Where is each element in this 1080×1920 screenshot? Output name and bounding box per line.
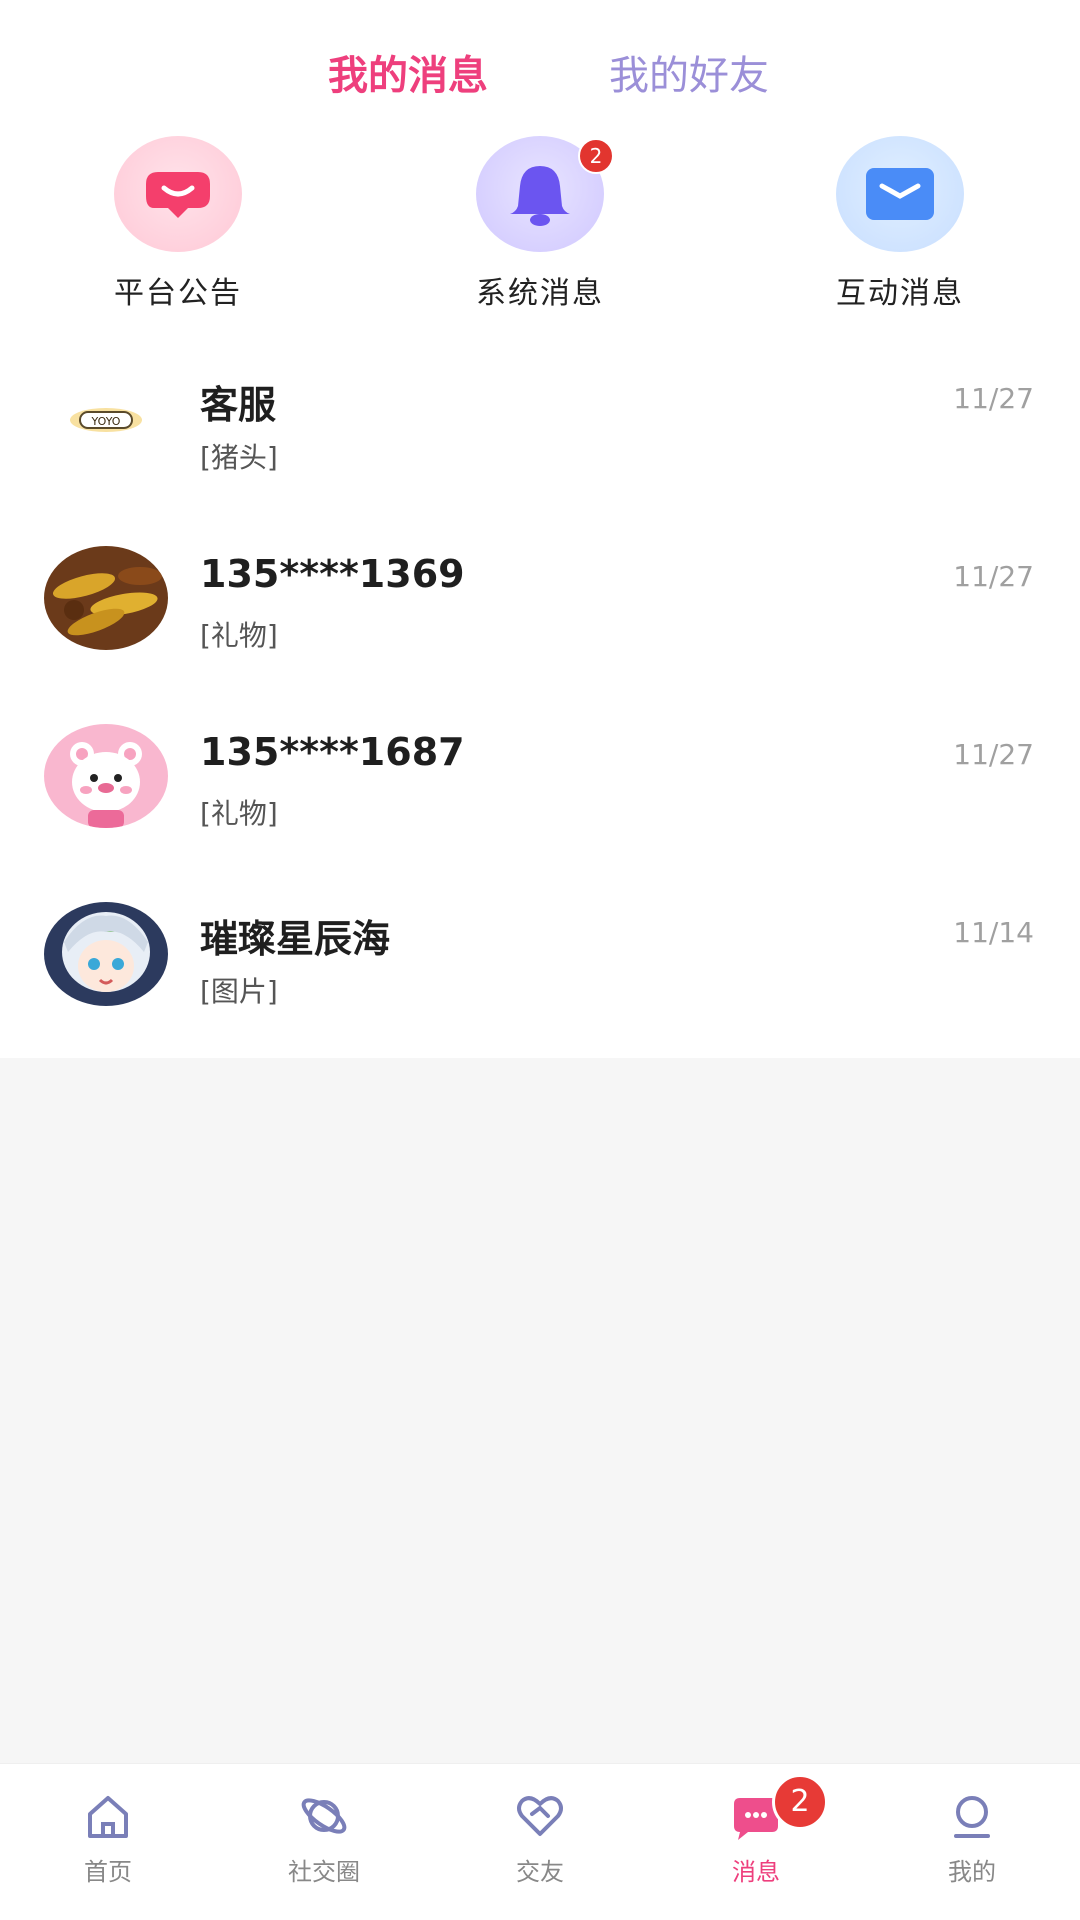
category-system-messages[interactable]: 2 系统消息 bbox=[440, 136, 640, 312]
speech-heart-icon bbox=[114, 136, 242, 252]
category-label: 平台公告 bbox=[114, 276, 242, 311]
nav-make-friends[interactable]: 交友 bbox=[432, 1764, 648, 1920]
heart-handshake-icon bbox=[510, 1786, 570, 1846]
tab-bar: 我的消息 我的好友 bbox=[0, 36, 1080, 116]
unread-badge: 2 bbox=[578, 138, 614, 174]
profile-icon bbox=[942, 1786, 1002, 1846]
chat-bubble-icon: 2 bbox=[726, 1774, 828, 1846]
conversation-item[interactable]: 135****1687 [礼物] 11/27 bbox=[0, 706, 1080, 884]
message-date: 11/27 bbox=[953, 738, 1034, 771]
nav-messages[interactable]: 2 消息 bbox=[648, 1764, 864, 1920]
svg-text:YOYO: YOYO bbox=[91, 415, 121, 428]
nav-social-circle[interactable]: 社交圈 bbox=[216, 1764, 432, 1920]
message-preview: [礼物] bbox=[200, 619, 278, 652]
nav-label: 交友 bbox=[516, 1858, 564, 1886]
bottom-nav: 首页 社交圈 交友 2 消息 我的 bbox=[0, 1763, 1080, 1920]
nav-label: 社交圈 bbox=[288, 1858, 360, 1886]
roasted-corn-avatar bbox=[44, 546, 168, 650]
conversation-item[interactable]: 璀璨星辰海 [图片] 11/14 bbox=[0, 884, 1080, 1062]
message-preview: [礼物] bbox=[200, 797, 278, 830]
bell-icon: 2 bbox=[476, 136, 614, 252]
unread-badge: 2 bbox=[772, 1774, 828, 1830]
conversation-list: YOYO 客服 [猪头] 11/27 135****1369 [礼物] 11/2… bbox=[0, 350, 1080, 1062]
contact-name: 客服 bbox=[200, 383, 277, 427]
conversation-item[interactable]: YOYO 客服 [猪头] 11/27 bbox=[0, 350, 1080, 528]
planet-icon bbox=[294, 1786, 354, 1846]
anime-girl-avatar bbox=[44, 902, 168, 1006]
envelope-icon bbox=[836, 136, 964, 252]
category-interaction-messages[interactable]: 互动消息 bbox=[800, 136, 1000, 312]
category-platform-announcement[interactable]: 平台公告 bbox=[78, 136, 278, 312]
contact-name: 135****1687 bbox=[200, 730, 465, 774]
tab-my-friends[interactable]: 我的好友 bbox=[609, 36, 769, 116]
message-date: 11/14 bbox=[953, 916, 1034, 949]
message-preview: [猪头] bbox=[200, 441, 278, 474]
tab-my-messages[interactable]: 我的消息 bbox=[328, 36, 488, 116]
contact-name: 135****1369 bbox=[200, 552, 465, 596]
message-date: 11/27 bbox=[953, 382, 1034, 415]
pink-bear-avatar bbox=[44, 724, 168, 828]
conversation-item[interactable]: 135****1369 [礼物] 11/27 bbox=[0, 528, 1080, 706]
home-icon bbox=[78, 1786, 138, 1846]
contact-name: 璀璨星辰海 bbox=[200, 917, 391, 961]
message-preview: [图片] bbox=[200, 975, 278, 1008]
nav-home[interactable]: 首页 bbox=[0, 1764, 216, 1920]
yoyo-logo-avatar: YOYO bbox=[44, 368, 168, 472]
nav-label: 我的 bbox=[948, 1858, 996, 1886]
category-label: 互动消息 bbox=[836, 276, 964, 311]
messages-panel: 我的消息 我的好友 平台公告 2 系统消息 互动消息 YOYO 客服 [猪头] … bbox=[0, 0, 1080, 1058]
nav-label: 首页 bbox=[84, 1858, 132, 1886]
category-label: 系统消息 bbox=[476, 276, 604, 311]
message-date: 11/27 bbox=[953, 560, 1034, 593]
nav-profile[interactable]: 我的 bbox=[864, 1764, 1080, 1920]
nav-label: 消息 bbox=[732, 1858, 780, 1886]
